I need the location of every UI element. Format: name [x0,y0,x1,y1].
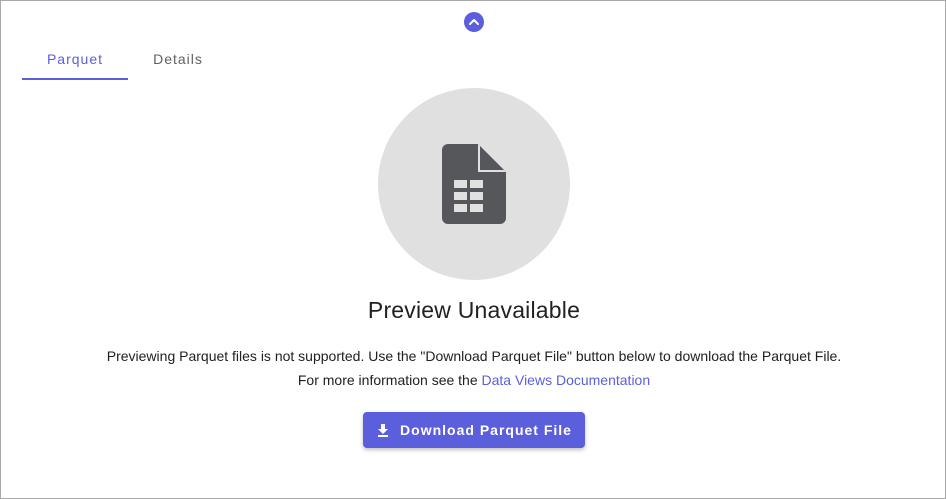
spreadsheet-file-icon [442,144,506,224]
tab-bar: Parquet Details [22,37,228,80]
preview-title: Preview Unavailable [367,297,581,323]
chevron-up-icon [469,19,479,25]
tab-parquet-label: Parquet [46,50,104,67]
preview-message: Previewing Parquet files is not supporte… [101,344,847,392]
panel-frame: Parquet Details Preview Unavailable Prev… [0,0,946,499]
download-button-label: Download Parquet File [400,422,572,438]
tab-parquet[interactable]: Parquet [22,37,128,80]
download-parquet-file-button[interactable]: Download Parquet File [363,412,585,448]
tab-details-label: Details [153,50,203,67]
data-views-documentation-link[interactable]: Data Views Documentation [482,372,651,388]
download-icon [378,424,389,437]
preview-message-text: Previewing Parquet files is not supporte… [106,348,842,388]
tab-details[interactable]: Details [128,37,228,80]
collapse-panel-button[interactable] [464,12,484,32]
preview-placeholder [378,88,570,280]
